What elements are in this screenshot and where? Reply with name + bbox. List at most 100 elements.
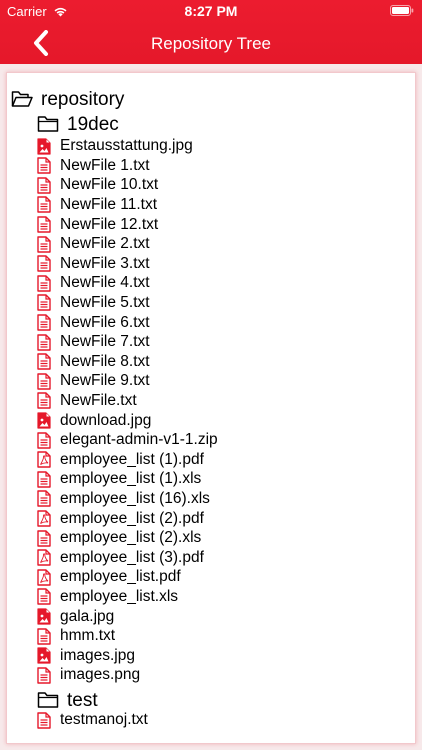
file-name: gala.jpg (60, 607, 115, 625)
text-file-icon (37, 470, 51, 488)
tree-file-row[interactable]: employee_list (2).pdf (37, 508, 204, 528)
pdf-file-icon (37, 451, 51, 468)
file-name: employee_list (3).pdf (60, 548, 204, 566)
file-name: employee_list.pdf (60, 568, 181, 586)
image-file-icon (37, 137, 51, 155)
file-name: NewFile 5.txt (60, 294, 150, 312)
tree-file-row[interactable]: gala.jpg (37, 606, 114, 626)
folder-label: test (67, 689, 98, 711)
file-name: employee_list (16).xls (60, 490, 210, 508)
text-file-icon (37, 627, 51, 645)
text-file-icon (37, 529, 51, 547)
tree-file-row[interactable]: hmm.txt (37, 626, 115, 646)
tree-file-row[interactable]: images.png (37, 665, 140, 685)
image-file-icon (37, 412, 51, 429)
text-file-icon (37, 588, 51, 605)
file-name: NewFile 11.txt (60, 196, 158, 214)
text-file-icon (37, 666, 51, 684)
tree-file-row[interactable]: images.jpg (37, 646, 135, 666)
file-name: NewFile 7.txt (60, 333, 150, 351)
text-file-icon (37, 196, 51, 213)
text-file-icon (37, 235, 51, 253)
header: Carrier 8:27 PM Repository Tree (0, 0, 422, 64)
tree-file-row[interactable]: employee_list (1).pdf (37, 450, 204, 470)
text-file-icon (37, 216, 51, 233)
tree-file-row[interactable]: testmanoj.txt (37, 710, 148, 730)
file-name: hmm.txt (60, 627, 116, 645)
tree-root-label: repository (41, 88, 125, 110)
tree-file-row[interactable]: employee_list (1).xls (37, 469, 201, 489)
text-file-icon (37, 372, 51, 390)
tree-file-row[interactable]: NewFile 10.txt (37, 175, 158, 195)
tree-root-folder[interactable]: repository (11, 87, 124, 111)
file-name: NewFile 8.txt (60, 352, 150, 370)
file-name: Erstausstattung.jpg (60, 137, 193, 155)
text-file-icon (37, 490, 51, 507)
tree-file-row[interactable]: employee_list.xls (37, 587, 178, 607)
app-screen: Carrier 8:27 PM Repository Tree reposito… (0, 0, 422, 750)
file-name: NewFile 9.txt (60, 372, 150, 390)
nav-bar: Repository Tree (0, 22, 422, 64)
file-name: testmanoj.txt (60, 711, 148, 729)
tree-file-row[interactable]: NewFile 11.txt (37, 195, 157, 215)
file-name: images.jpg (60, 646, 135, 664)
text-file-icon (37, 274, 51, 292)
battery-icon (390, 5, 414, 16)
tree-file-row[interactable]: employee_list.pdf (37, 567, 181, 587)
tree-file-row[interactable]: NewFile 12.txt (37, 214, 158, 234)
text-file-icon (37, 392, 51, 409)
file-name: employee_list (2).pdf (60, 509, 204, 527)
text-file-icon (37, 157, 51, 174)
status-bar: Carrier 8:27 PM (0, 0, 422, 22)
text-file-icon (37, 176, 51, 194)
folder-icon (37, 691, 59, 709)
file-name: elegant-admin-v1-1.zip (60, 431, 218, 449)
tree-file-row[interactable]: NewFile.txt (37, 391, 137, 411)
file-name: employee_list (2).xls (60, 529, 202, 547)
text-file-icon (37, 711, 51, 729)
file-name: images.png (60, 666, 141, 684)
file-name: download.jpg (60, 411, 152, 429)
tree-file-row[interactable]: NewFile 6.txt (37, 312, 150, 332)
file-name: NewFile 3.txt (60, 254, 150, 272)
file-name: NewFile 10.txt (60, 176, 159, 194)
tree-file-row[interactable]: NewFile 3.txt (37, 254, 150, 274)
text-file-icon (37, 333, 51, 351)
tree-file-row[interactable]: NewFile 9.txt (37, 371, 150, 391)
file-name: employee_list (1).xls (60, 470, 202, 488)
image-file-icon (37, 608, 51, 625)
tree-file-row[interactable]: NewFile 2.txt (37, 234, 150, 254)
pdf-file-icon (37, 549, 51, 566)
tree-file-row[interactable]: employee_list (3).pdf (37, 548, 204, 568)
pdf-file-icon (37, 568, 51, 586)
tree-folder-19dec[interactable]: 19dec (37, 112, 119, 136)
text-file-icon (37, 431, 51, 449)
file-name: NewFile 4.txt (60, 274, 150, 292)
tree-file-row[interactable]: employee_list (16).xls (37, 489, 210, 509)
file-name: NewFile.txt (60, 392, 137, 410)
image-file-icon (37, 647, 51, 664)
pdf-file-icon (37, 510, 51, 527)
tree-file-row[interactable]: NewFile 8.txt (37, 352, 150, 372)
tree-file-row[interactable]: employee_list (2).xls (37, 528, 201, 548)
status-time: 8:27 PM (184, 3, 238, 19)
folder-label: 19dec (67, 113, 119, 135)
tree-file-row[interactable]: NewFile 4.txt (37, 273, 150, 293)
file-name: NewFile 6.txt (60, 313, 150, 331)
page-title: Repository Tree (151, 34, 271, 53)
tree-file-row[interactable]: NewFile 1.txt (37, 156, 150, 176)
tree-file-row[interactable]: elegant-admin-v1-1.zip (37, 430, 218, 450)
tree-file-row[interactable]: Erstausstattung.jpg (37, 136, 193, 156)
tree-file-row[interactable]: NewFile 7.txt (37, 332, 150, 352)
text-file-icon (37, 353, 51, 370)
folder-icon (37, 115, 59, 133)
tree-file-row[interactable]: download.jpg (37, 410, 151, 430)
file-name: NewFile 2.txt (60, 235, 150, 253)
tree-file-row[interactable]: NewFile 5.txt (37, 293, 150, 313)
tree-folder-test[interactable]: test (37, 688, 98, 712)
file-name: NewFile 12.txt (60, 215, 159, 233)
text-file-icon (37, 314, 51, 331)
file-name: employee_list.xls (60, 588, 179, 606)
folder-open-icon (11, 90, 33, 108)
repository-tree: repository 19dec Erstausstattung.jpg NewF… (6, 72, 416, 744)
